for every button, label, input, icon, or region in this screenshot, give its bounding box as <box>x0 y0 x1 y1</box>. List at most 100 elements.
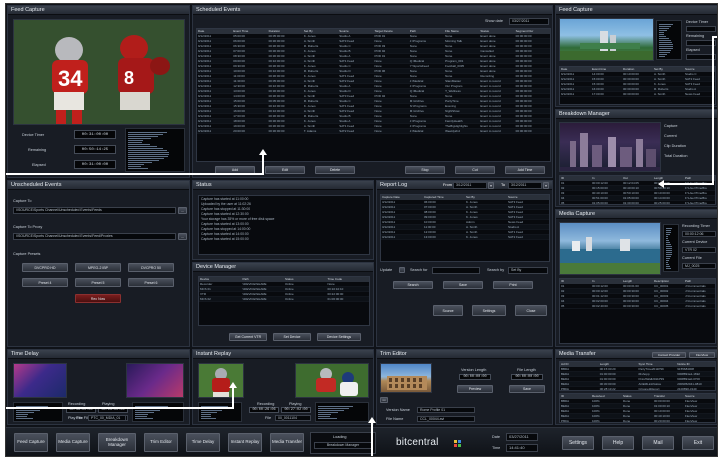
set-device-button[interactable]: Set Device <box>273 333 311 341</box>
meter-bar <box>666 262 668 263</box>
source-button[interactable]: Source <box>433 305 463 316</box>
meter-bar <box>659 26 671 27</box>
meter-bar <box>666 234 670 235</box>
report-row[interactable]: 3/12/2011 13:00:00 K. Jones SAT2 Feed <box>381 234 549 240</box>
media-clip-row[interactable]: 05 00:02:40:00 00:00:30:00 CC_00005 J:\Comme… <box>560 303 715 309</box>
capture-to-path-field[interactable]: \\SOURCE\Sports Channel\Unscheduled Even… <box>13 207 176 214</box>
preset-dvcpro-50-button[interactable]: DVCPRO 50 <box>128 263 174 272</box>
scheduled-event-row[interactable]: 9/12/2011 20:00:00 00:30:00:00 T. Adams SAT2… <box>197 128 550 134</box>
preset-dvcpro-hd-button[interactable]: DVCPRO HD <box>22 263 68 272</box>
device-settings-button[interactable]: Device Settings <box>317 333 361 341</box>
callout-line-2 <box>6 407 232 409</box>
scheduled-events-table: Date Event Time Duration Set By Source Target… <box>196 28 551 162</box>
from-date-field[interactable]: 3/12/2011 <box>453 182 487 189</box>
show-date-label: Show date <box>485 19 503 23</box>
capture-proxy-browse-button[interactable]: … <box>178 233 187 240</box>
search-for-input[interactable] <box>432 267 480 274</box>
instant-replay-meter <box>198 402 242 422</box>
scheduled-event-cell: 00:00:00:00 <box>514 128 550 134</box>
meter-bar <box>128 144 150 145</box>
meter-bar <box>128 162 152 163</box>
meter-bar <box>659 52 670 53</box>
preset-mpeg2-ibp-button[interactable]: MPEG-2 IBP <box>75 263 121 272</box>
capture-to-proxy-field[interactable]: \\SOURCE\Sports Channel\Unscheduled Even… <box>13 233 176 240</box>
meter-bar <box>128 152 169 153</box>
save-trim-button[interactable]: Save <box>509 385 545 393</box>
meter-bar <box>128 136 158 137</box>
report-cell: K. Jones <box>465 234 507 240</box>
save-report-button[interactable]: Save <box>443 281 483 289</box>
browse-icon: … <box>180 234 185 239</box>
device-table: Device Path Status Time Code Recorder \\DEVIC… <box>198 276 370 326</box>
meter-bar <box>16 416 27 417</box>
meter-bar <box>666 248 672 249</box>
contact-provider-button[interactable]: Contact Provider <box>652 352 686 358</box>
delete-event-button[interactable]: Delete <box>315 166 355 174</box>
date-value: 03/27/2011 <box>506 433 538 441</box>
trim-clip-button[interactable]: ▭ <box>380 397 388 403</box>
time-delay-panel: Time Delay Recording Playing 00:43:00:00… <box>7 349 190 425</box>
search-by-select[interactable]: Set By <box>508 267 548 274</box>
logo-dot-yellow <box>454 440 457 443</box>
media-capture-panel: Media Capture Recording Timer 00:00:12:0… <box>555 209 717 347</box>
version-name-field[interactable]: Rome Profile 01 <box>417 407 475 413</box>
media-transfer-status-table: ID Received Status Transfer Source BBDA 100% Do… <box>559 393 716 423</box>
meter-bar <box>666 254 672 255</box>
clip-icon: ▭ <box>382 398 386 402</box>
preset-4-button[interactable]: Preset 4 <box>22 278 68 287</box>
meter-bar <box>659 42 672 43</box>
device-row[interactable]: MCS 02 \\DEVICE\SHARE Online 01:06:00:00 <box>199 296 369 302</box>
taskbar-media-capture-button[interactable]: Media Capture <box>56 433 90 452</box>
print-button[interactable]: Print <box>493 281 533 289</box>
taskbar-breakdown-manager-button[interactable]: Breakdown Manager <box>98 433 136 452</box>
close-report-button[interactable]: Close <box>515 305 547 316</box>
record-now-button[interactable]: Rec Now <box>75 294 121 303</box>
feed-right-preview <box>559 18 654 61</box>
capture-to-browse-button[interactable]: … <box>178 207 187 214</box>
media-clip-cell: J:\Commercials <box>684 303 715 309</box>
capture-to-label: Capture To <box>13 199 32 203</box>
capture-presets-label: Capture Presets <box>13 252 41 256</box>
breakdown-row[interactable]: 05 01:05:00:00 01:30:00:00 00:25:00:00 F:\Us… <box>560 200 715 204</box>
scheduled-event-cell: Event to record <box>479 128 515 134</box>
search-button[interactable]: Search <box>393 281 433 289</box>
settings-report-button[interactable]: Settings <box>472 305 506 316</box>
add-time-event-button[interactable]: Add Time <box>505 166 545 174</box>
update-checkbox[interactable] <box>399 267 405 273</box>
meter-bar <box>666 246 672 247</box>
file-name-field[interactable]: CCL_00044.avi <box>417 416 475 422</box>
taskbar-time-delay-button[interactable]: Time Delay <box>186 433 220 452</box>
flexview-button[interactable]: FlexView <box>689 352 715 358</box>
mail-button[interactable]: Mail <box>642 436 674 450</box>
stop-event-button[interactable]: Stop <box>405 166 445 174</box>
harbor-image <box>560 237 660 274</box>
td-recording-label: Recording <box>68 402 86 406</box>
taskbar-trim-editor-button[interactable]: Trim Editor <box>144 433 178 452</box>
meter-bar <box>659 40 671 41</box>
get-current-vtr-button[interactable]: Get Current VTR <box>229 333 267 341</box>
taskbar-media-transfer-button[interactable]: Media Transfer <box>270 433 304 452</box>
feed-capture-panel: Feed Capture 34 8 Device Timer 00:31:00:… <box>7 5 190 178</box>
settings-button[interactable]: Settings <box>562 436 594 450</box>
preset-6-button[interactable]: Preset 6 <box>128 278 174 287</box>
preview-button[interactable]: Preview <box>457 385 493 393</box>
taskbar-feed-capture-button[interactable]: Feed Capture <box>14 433 48 452</box>
cut-event-button[interactable]: Cut <box>455 166 495 174</box>
help-button[interactable]: Help <box>602 436 634 450</box>
meter-bar <box>318 412 338 413</box>
play-file-field[interactable]: PTC_00_MDIA_01 <box>88 415 126 421</box>
edit-event-button[interactable]: Edit <box>265 166 305 174</box>
scheduled-events-panel: Scheduled Events Show date 03/27/2011 Da… <box>192 5 553 178</box>
to-date-field[interactable]: 3/12/2011 <box>508 182 542 189</box>
feed-event-row[interactable]: 9/12/2011 17:00:00 00:30:00:00 A. Smith News… <box>560 91 715 97</box>
meter-bar <box>201 416 211 417</box>
meter-bar <box>128 164 144 165</box>
exit-button[interactable]: Exit <box>682 436 714 450</box>
callout-line-1-up <box>262 153 264 175</box>
taskbar-instant-replay-button[interactable]: Instant Replay <box>228 433 262 452</box>
preset-5-button[interactable]: Preset 5 <box>75 278 121 287</box>
from-calendar-button[interactable]: ▾ <box>488 182 494 189</box>
show-date-select[interactable]: 03/27/2011 <box>509 18 549 25</box>
to-calendar-button[interactable]: ▾ <box>543 182 549 189</box>
ir-file-field[interactable]: 00_0011104 <box>275 415 311 421</box>
